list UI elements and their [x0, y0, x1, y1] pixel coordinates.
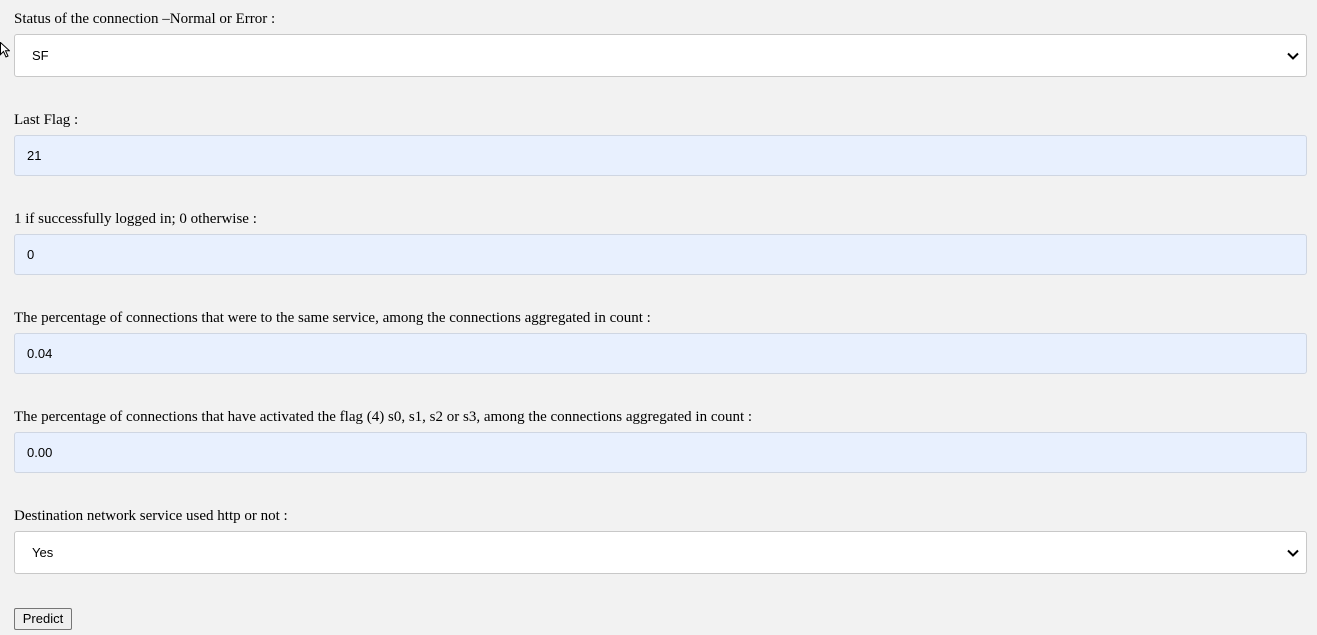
service-http-selected-value: Yes	[32, 545, 54, 560]
status-connection-label: Status of the connection –Normal or Erro…	[14, 11, 276, 27]
last-flag-label: Last Flag :	[14, 112, 79, 128]
serror-rate-value: 0.00	[27, 445, 53, 460]
cursor-arrow-icon	[0, 42, 10, 58]
logged-in-value: 0	[27, 247, 35, 262]
service-http-label: Destination network service used http or…	[14, 508, 288, 524]
status-connection-select[interactable]: SF	[14, 34, 1307, 77]
serror-rate-label: The percentage of connections that have …	[14, 409, 753, 425]
logged-in-input[interactable]: 0	[14, 234, 1307, 275]
service-http-select[interactable]: Yes	[14, 531, 1307, 574]
last-flag-value: 21	[27, 148, 42, 163]
same-service-rate-value: 0.04	[27, 346, 53, 361]
chevron-down-icon	[1287, 549, 1299, 557]
same-service-rate-input[interactable]: 0.04	[14, 333, 1307, 374]
last-flag-input[interactable]: 21	[14, 135, 1307, 176]
serror-rate-input[interactable]: 0.00	[14, 432, 1307, 473]
predict-button[interactable]: Predict	[14, 608, 72, 630]
logged-in-label: 1 if successfully logged in; 0 otherwise…	[14, 211, 257, 227]
same-service-rate-label: The percentage of connections that were …	[14, 310, 651, 326]
chevron-down-icon	[1287, 52, 1299, 60]
status-connection-selected-value: SF	[32, 48, 49, 63]
